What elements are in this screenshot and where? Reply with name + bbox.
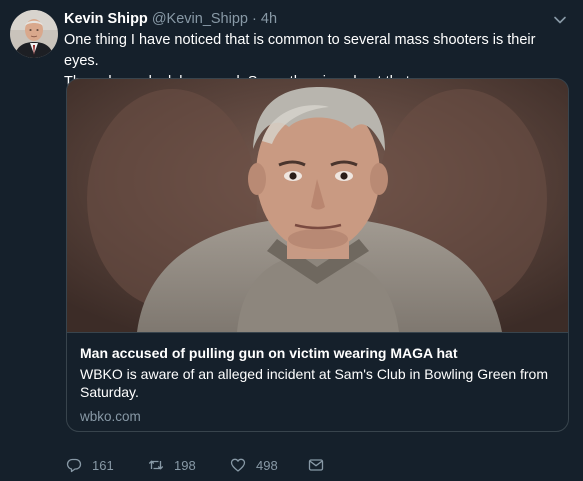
tweet-text-line: One thing I have noticed that is common … [64,32,536,69]
card-title[interactable]: Man accused of pulling gun on victim wea… [80,344,555,362]
reply-icon [66,458,82,473]
author-display-name[interactable]: Kevin Shipp [64,11,148,27]
author-handle[interactable]: @Kevin_Shipp [152,11,248,27]
like-count: 498 [256,457,278,473]
tweet-header: Kevin Shipp @Kevin_Shipp · 4h [64,10,277,28]
time-separator: · [252,11,257,27]
retweet-count: 198 [174,457,196,473]
like-button[interactable]: 498 [230,456,278,474]
direct-message-button[interactable] [308,456,324,474]
card-image[interactable] [67,79,568,332]
retweet-button[interactable]: 198 [148,456,196,474]
tweet-timestamp[interactable]: 4h [261,11,277,27]
link-card[interactable]: Man accused of pulling gun on victim wea… [66,78,569,432]
avatar-image [10,10,58,58]
card-description: WBKO is aware of an alleged incident at … [80,366,549,400]
reply-count: 161 [92,457,114,473]
tweet[interactable]: Kevin Shipp @Kevin_Shipp · 4h One thing … [0,0,583,481]
dm-icon [308,459,324,471]
reply-button[interactable]: 161 [66,456,114,474]
avatar[interactable] [10,10,58,58]
chevron-down-icon[interactable] [552,12,568,28]
like-icon [230,458,246,472]
retweet-icon [148,460,164,470]
card-domain: wbko.com [80,409,141,424]
mugshot-photo [67,79,568,332]
card-body[interactable]: Man accused of pulling gun on victim wea… [67,332,568,431]
